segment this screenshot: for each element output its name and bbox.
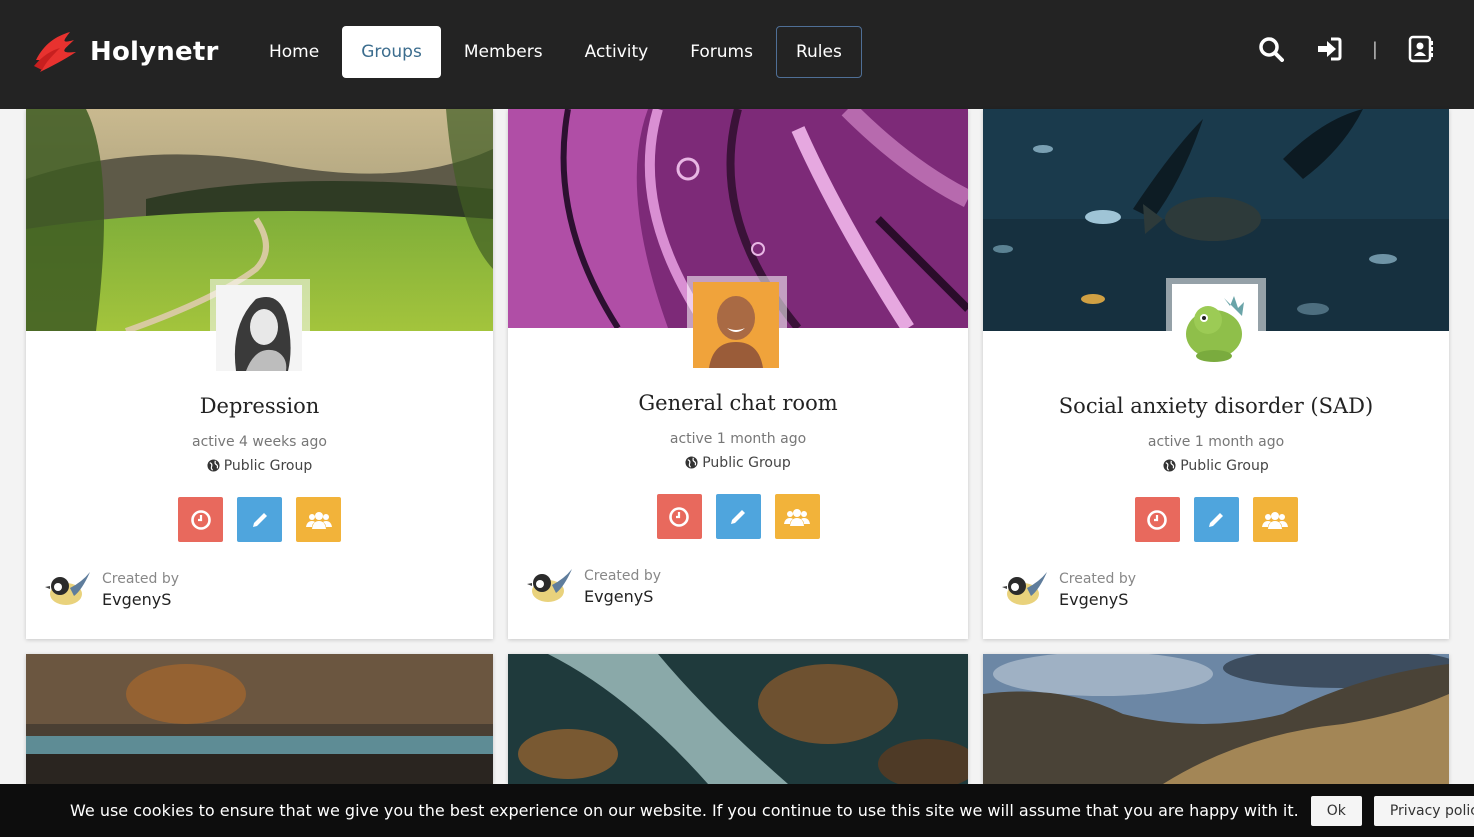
group-avatar-frame[interactable] xyxy=(210,279,310,371)
globe-icon xyxy=(685,456,698,469)
creator-avatar[interactable] xyxy=(1001,566,1049,614)
group-avatar xyxy=(1172,284,1258,370)
activity-clock-button[interactable] xyxy=(178,497,223,542)
group-cover-image xyxy=(983,654,1449,784)
globe-icon xyxy=(207,459,220,472)
pencil-icon xyxy=(731,509,745,524)
globe-icon xyxy=(1163,459,1176,472)
group-creator: Created by EvgenyS xyxy=(526,563,661,611)
address-book-icon[interactable] xyxy=(1406,34,1436,64)
group-title[interactable]: Depression xyxy=(26,394,493,418)
clock-icon xyxy=(1147,509,1167,530)
group-avatar-frame[interactable] xyxy=(687,276,787,368)
nav-activity[interactable]: Activity xyxy=(566,26,668,78)
edit-group-button[interactable] xyxy=(237,497,282,542)
group-card-depression[interactable]: Depression active 4 weeks ago Public Gro… xyxy=(26,109,493,639)
group-avatar-frame[interactable] xyxy=(1166,278,1266,370)
created-by-label: Created by xyxy=(584,568,662,584)
group-type-label: Public Group xyxy=(1180,458,1269,474)
group-last-active: active 1 month ago xyxy=(669,431,807,447)
nav-groups[interactable]: Groups xyxy=(342,26,441,78)
group-actions xyxy=(26,497,493,542)
group-type: Public Group xyxy=(508,455,968,471)
sign-in-icon[interactable] xyxy=(1314,34,1344,64)
group-members-button[interactable] xyxy=(296,497,341,542)
site-logo[interactable]: Holynetr xyxy=(30,26,218,78)
nav-forums[interactable]: Forums xyxy=(671,26,772,78)
creator-avatar[interactable] xyxy=(526,563,574,611)
privacy-policy-button[interactable]: Privacy policy xyxy=(1373,795,1474,826)
group-actions xyxy=(983,497,1449,542)
activity-clock-button[interactable] xyxy=(656,494,702,539)
group-card-row2-3[interactable] xyxy=(983,654,1449,784)
users-icon xyxy=(1262,511,1288,529)
cookie-ok-button[interactable]: Ok xyxy=(1310,795,1362,826)
group-type: Public Group xyxy=(983,458,1449,474)
group-last-active: active 4 weeks ago xyxy=(192,434,327,450)
group-title[interactable]: General chat room xyxy=(508,391,968,415)
creator-name[interactable]: EvgenyS xyxy=(1059,590,1136,609)
group-card-social-anxiety-disorder[interactable]: Social anxiety disorder (SAD) active 1 m… xyxy=(983,109,1449,639)
group-last-active: active 1 month ago xyxy=(1147,434,1285,450)
pencil-icon xyxy=(1209,512,1223,527)
edit-group-button[interactable] xyxy=(1193,497,1239,542)
group-card-row2-1[interactable] xyxy=(26,654,493,784)
cookie-consent-bar: We use cookies to ensure that we give yo… xyxy=(0,784,1474,837)
creator-avatar[interactable] xyxy=(44,566,92,614)
creator-name[interactable]: EvgenyS xyxy=(102,590,179,609)
activity-clock-button[interactable] xyxy=(1134,497,1180,542)
group-members-button[interactable] xyxy=(1252,497,1298,542)
users-icon xyxy=(784,508,810,526)
brush-logo-icon xyxy=(34,32,76,72)
group-avatar xyxy=(216,285,302,371)
edit-group-button[interactable] xyxy=(715,494,761,539)
site-name: Holynetr xyxy=(90,37,219,67)
main-nav: Home Groups Members Activity Forums Rule… xyxy=(250,26,866,78)
group-type-label: Public Group xyxy=(223,458,313,474)
header-separator: | xyxy=(1371,38,1378,60)
users-icon xyxy=(305,511,332,529)
header-actions: | xyxy=(1228,34,1436,64)
clock-icon xyxy=(190,509,211,530)
group-card-row2-2[interactable] xyxy=(508,654,968,784)
cookie-message: We use cookies to ensure that we give yo… xyxy=(70,801,1299,820)
group-avatar xyxy=(693,282,779,368)
group-type: Public Group xyxy=(26,458,493,474)
group-creator: Created by EvgenyS xyxy=(1001,566,1136,614)
group-cover-image xyxy=(26,654,493,784)
search-icon[interactable] xyxy=(1256,34,1286,64)
clock-icon xyxy=(669,506,689,527)
created-by-label: Created by xyxy=(1059,571,1137,587)
group-type-label: Public Group xyxy=(702,455,791,471)
group-creator: Created by EvgenyS xyxy=(44,566,179,614)
group-members-button[interactable] xyxy=(774,494,820,539)
top-navigation-bar: Holynetr Home Groups Members Activity Fo… xyxy=(0,0,1474,109)
nav-rules[interactable]: Rules xyxy=(775,26,862,78)
nav-home[interactable]: Home xyxy=(250,26,338,78)
pencil-icon xyxy=(252,512,267,527)
group-actions xyxy=(508,494,968,539)
created-by-label: Created by xyxy=(102,571,180,587)
group-cover-image xyxy=(508,654,968,784)
group-title[interactable]: Social anxiety disorder (SAD) xyxy=(983,394,1449,418)
nav-members[interactable]: Members xyxy=(445,26,562,78)
group-card-general-chat-room[interactable]: General chat room active 1 month ago Pub… xyxy=(508,109,968,639)
creator-name[interactable]: EvgenyS xyxy=(584,587,661,606)
